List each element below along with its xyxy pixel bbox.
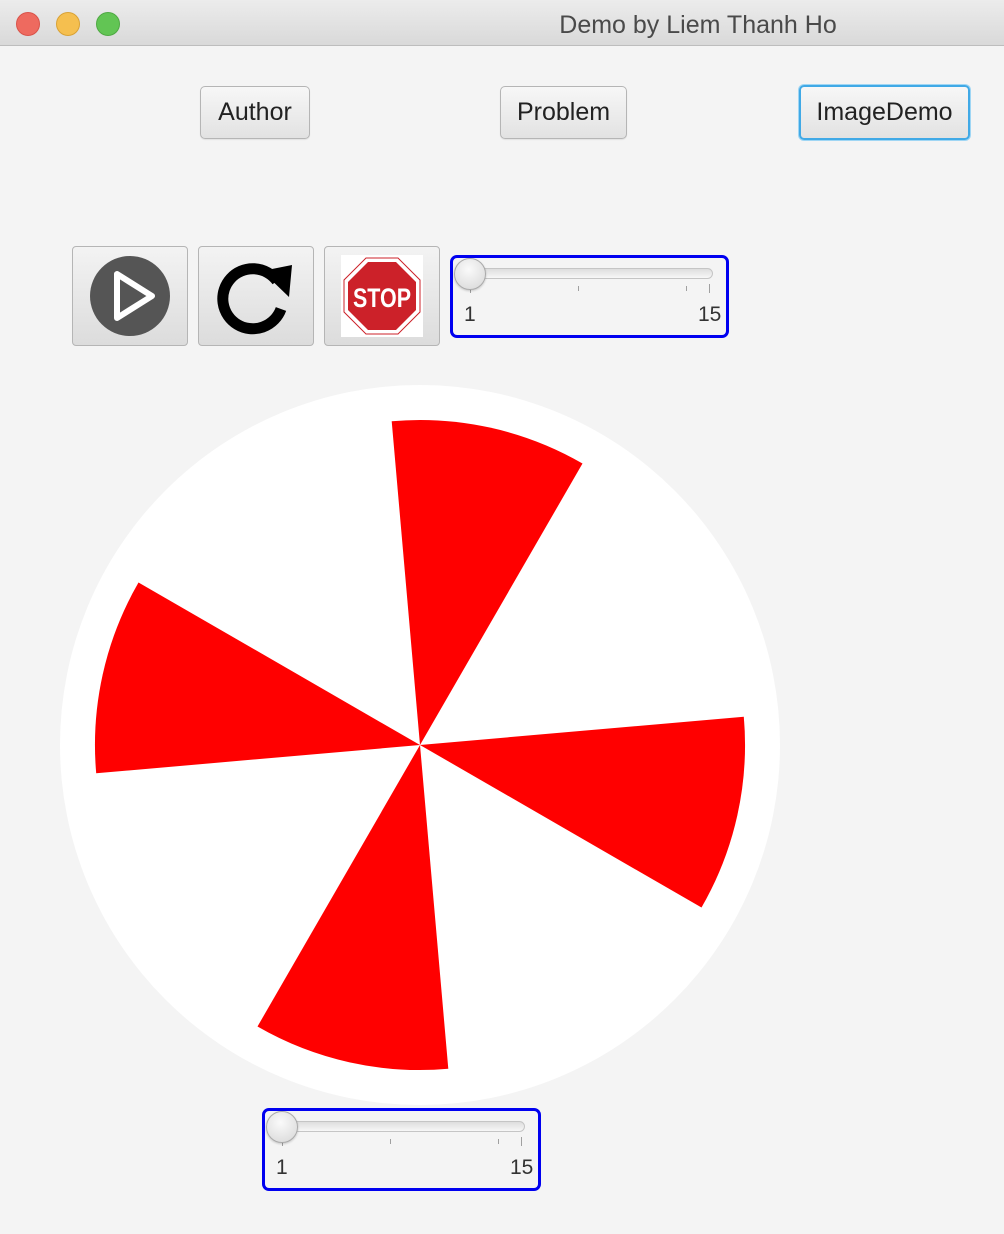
play-icon	[90, 256, 170, 336]
slider-min-label: 1	[464, 303, 476, 326]
slider-major-tick	[521, 1137, 522, 1146]
window-title: Demo by Liem Thanh Ho	[559, 11, 837, 39]
fan-wheel	[60, 385, 780, 1105]
slider-max-label: 15	[698, 303, 722, 326]
stop-sign-text: STOP	[353, 283, 411, 313]
speed-slider-top[interactable]: 1 15	[450, 255, 729, 338]
stop-sign-icon: STOP	[341, 255, 423, 337]
slider-track[interactable]	[277, 1121, 525, 1132]
problem-button[interactable]: Problem	[500, 86, 627, 139]
replay-icon	[217, 263, 292, 335]
slider-min-label: 1	[276, 1156, 288, 1179]
slider-minor-tick	[686, 286, 687, 291]
slider-max-label: 15	[510, 1156, 534, 1179]
slider-minor-tick	[390, 1139, 391, 1144]
replay-button[interactable]	[198, 246, 314, 346]
slider-track[interactable]	[465, 268, 713, 279]
slider-minor-tick	[578, 286, 579, 291]
stop-button[interactable]: STOP	[324, 246, 440, 346]
title-bar: Demo by Liem Thanh Ho	[0, 0, 1004, 46]
slider-thumb[interactable]	[454, 258, 486, 290]
slider-thumb[interactable]	[266, 1111, 298, 1143]
play-button[interactable]	[72, 246, 188, 346]
speed-slider-bottom[interactable]: 1 15	[262, 1108, 541, 1191]
slider-major-tick	[709, 284, 710, 293]
imagedemo-button[interactable]: ImageDemo	[799, 85, 970, 140]
author-button[interactable]: Author	[200, 86, 310, 139]
slider-minor-tick	[498, 1139, 499, 1144]
